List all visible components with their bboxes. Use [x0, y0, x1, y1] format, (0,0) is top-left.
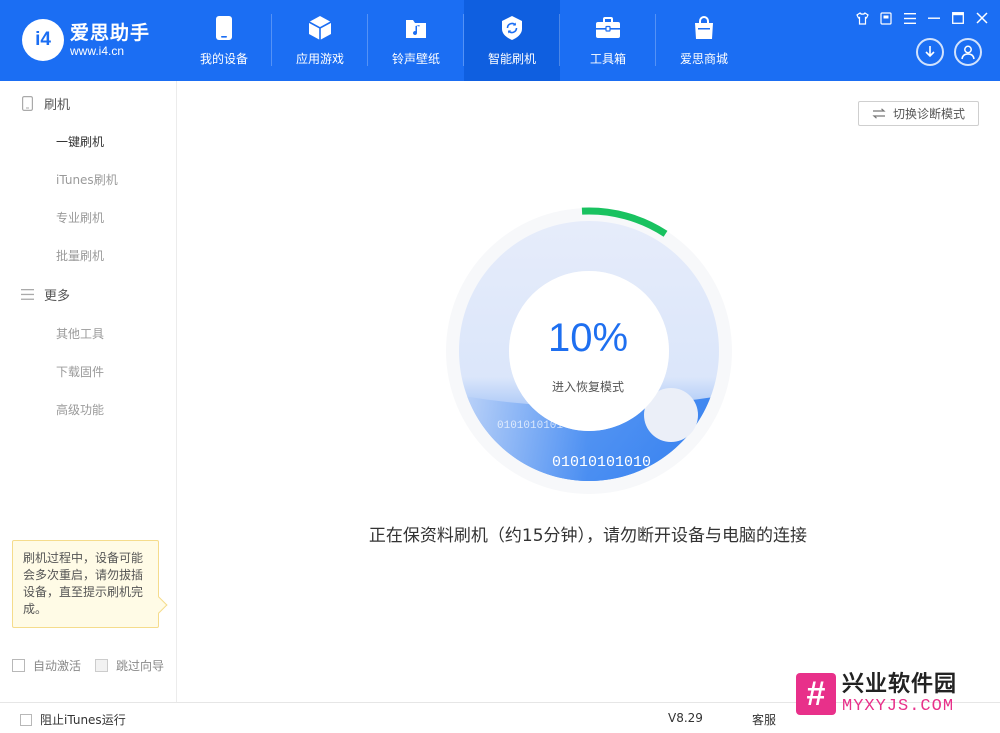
sidebar-group-more[interactable]: 更多	[20, 285, 70, 304]
sidebar-item-pro-flash[interactable]: 专业刷机	[56, 209, 104, 226]
menu-icon[interactable]	[902, 10, 918, 26]
sidebar-item-batch-flash[interactable]: 批量刷机	[56, 247, 104, 264]
list-icon	[20, 287, 34, 303]
nav-ringtones[interactable]: 铃声壁纸	[368, 0, 464, 81]
refresh-shield-icon	[498, 14, 526, 42]
sidebar-item-advanced[interactable]: 高级功能	[56, 401, 104, 418]
watermark-cn: 兴业软件园	[842, 672, 958, 697]
skip-guide-checkbox[interactable]: 跳过向导	[95, 657, 164, 674]
block-itunes-checkbox[interactable]: 阻止iTunes运行	[20, 711, 126, 728]
nav-my-device[interactable]: 我的设备	[176, 0, 272, 81]
watermark-logo: #	[796, 673, 836, 715]
customer-service-link[interactable]: 客服	[752, 711, 776, 728]
window-controls	[854, 10, 990, 26]
cube-icon	[306, 14, 334, 42]
shopping-bag-icon	[690, 14, 718, 42]
nav-apps-games[interactable]: 应用游戏	[272, 0, 368, 81]
nav-toolbox[interactable]: 工具箱	[560, 0, 656, 81]
logo-mark: i4	[22, 19, 64, 61]
nav-smart-flash[interactable]: 智能刷机	[464, 0, 560, 81]
minimize-icon[interactable]	[926, 10, 942, 26]
sidebar-item-itunes-flash[interactable]: iTunes刷机	[56, 171, 118, 188]
swap-arrows-icon	[872, 108, 886, 119]
toolbox-icon	[594, 14, 622, 42]
flash-status-message: 正在保资料刷机（约15分钟），请勿断开设备与电脑的连接	[368, 526, 808, 546]
app-name: 爱思助手	[70, 22, 151, 44]
checkbox-box[interactable]	[12, 659, 25, 672]
progress-stage: 进入恢复模式	[551, 380, 624, 394]
app-url: www.i4.cn	[70, 44, 125, 58]
user-icon[interactable]	[954, 38, 982, 66]
sidebar-item-other-tools[interactable]: 其他工具	[56, 325, 104, 342]
music-folder-icon	[402, 14, 430, 42]
auto-activate-checkbox[interactable]: 自动激活	[12, 657, 81, 674]
phone-icon	[210, 14, 238, 42]
checkbox-box[interactable]	[95, 659, 108, 672]
close-icon[interactable]	[974, 10, 990, 26]
sidebar-group-flash[interactable]: 刷机	[20, 94, 70, 113]
version-label: V8.29	[668, 711, 703, 725]
nav-store[interactable]: 爱思商城	[656, 0, 752, 81]
site-watermark: # 兴业软件园 MYXYJS.COM	[796, 672, 957, 716]
feedback-icon[interactable]	[878, 10, 894, 26]
sidebar: 刷机 一键刷机 iTunes刷机 专业刷机 批量刷机 更多 其他工具 下载固件 …	[0, 81, 177, 702]
checkbox-box[interactable]	[20, 713, 32, 726]
switch-diagnostic-mode-button[interactable]: 切换诊断模式	[858, 101, 979, 126]
flash-tip: 刷机过程中，设备可能会多次重启，请勿拔插设备，直至提示刷机完成。	[12, 540, 168, 628]
sidebar-item-download-firmware[interactable]: 下载固件	[56, 363, 104, 380]
phone-outline-icon	[20, 96, 34, 112]
binary-text-bottom: 01010101010	[552, 454, 651, 471]
app-logo: i4 爱思助手 www.i4.cn	[22, 19, 150, 61]
maximize-icon[interactable]	[950, 10, 966, 26]
progress-percent: 10%	[547, 316, 629, 360]
download-icon[interactable]	[916, 38, 944, 66]
watermark-en: MYXYJS.COM	[842, 697, 955, 716]
sidebar-item-one-click-flash[interactable]: 一键刷机	[56, 133, 104, 150]
skin-icon[interactable]	[854, 10, 870, 26]
top-bar: i4 爱思助手 www.i4.cn 我的设备 应用游戏 铃声壁纸 智能刷机 工具…	[0, 0, 1000, 81]
main-nav: 我的设备 应用游戏 铃声壁纸 智能刷机 工具箱 爱思商城	[176, 0, 752, 81]
